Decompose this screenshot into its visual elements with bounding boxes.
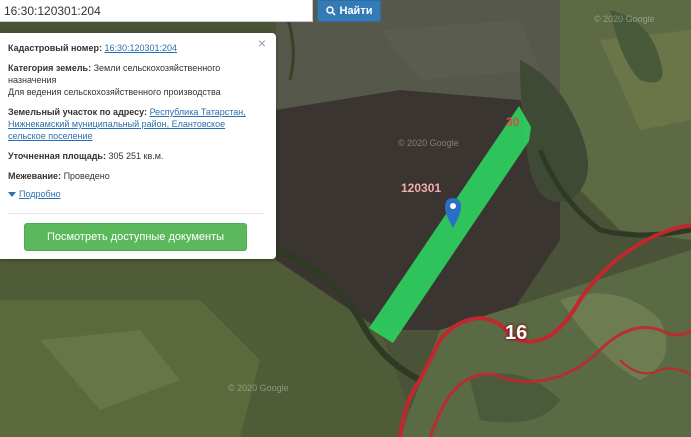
map-watermark: © 2020 Google — [228, 383, 289, 393]
search-button-label: Найти — [339, 5, 373, 17]
map-watermark: © 2020 Google — [398, 138, 459, 148]
address-row: Земельный участок по адресу: Республика … — [8, 106, 262, 142]
parcel-info-panel: × Кадастровый номер: 16:30:120301:204 Ка… — [0, 33, 276, 259]
search-bar — [0, 0, 313, 22]
search-input[interactable] — [0, 0, 312, 21]
close-icon[interactable]: × — [256, 36, 268, 50]
area-value: 305 251 кв.м. — [108, 151, 164, 161]
block-number-label: 120301 — [401, 181, 442, 195]
cadastral-label: Кадастровый номер: — [8, 43, 102, 53]
cadastral-row: Кадастровый номер: 16:30:120301:204 — [8, 42, 262, 54]
district-number-label: 30 — [506, 115, 520, 129]
region-number-label: 16 — [505, 322, 528, 344]
category-label: Категория земель: — [8, 63, 92, 73]
search-icon — [325, 6, 336, 16]
cadastral-number-link[interactable]: 16:30:120301:204 — [104, 43, 177, 53]
address-label: Земельный участок по адресу: — [8, 107, 148, 117]
map-watermark: © 2020 Google — [594, 14, 655, 24]
survey-row: Межевание: Проведено — [8, 170, 262, 182]
more-details-toggle[interactable]: Подробно — [8, 188, 262, 200]
usage-value: Для ведения сельскохозяйственного произв… — [8, 87, 221, 97]
area-row: Уточненная площадь: 305 251 кв.м. — [8, 150, 262, 162]
search-button[interactable]: Найти — [317, 0, 381, 22]
divider — [8, 213, 264, 214]
view-documents-button[interactable]: Посмотреть доступные документы — [24, 223, 247, 251]
survey-value: Проведено — [63, 171, 110, 181]
category-row: Категория земель: Земли сельскохозяйстве… — [8, 62, 262, 98]
more-details-link[interactable]: Подробно — [19, 188, 61, 200]
area-label: Уточненная площадь: — [8, 151, 106, 161]
survey-label: Межевание: — [8, 171, 62, 181]
chevron-down-icon — [8, 191, 16, 197]
